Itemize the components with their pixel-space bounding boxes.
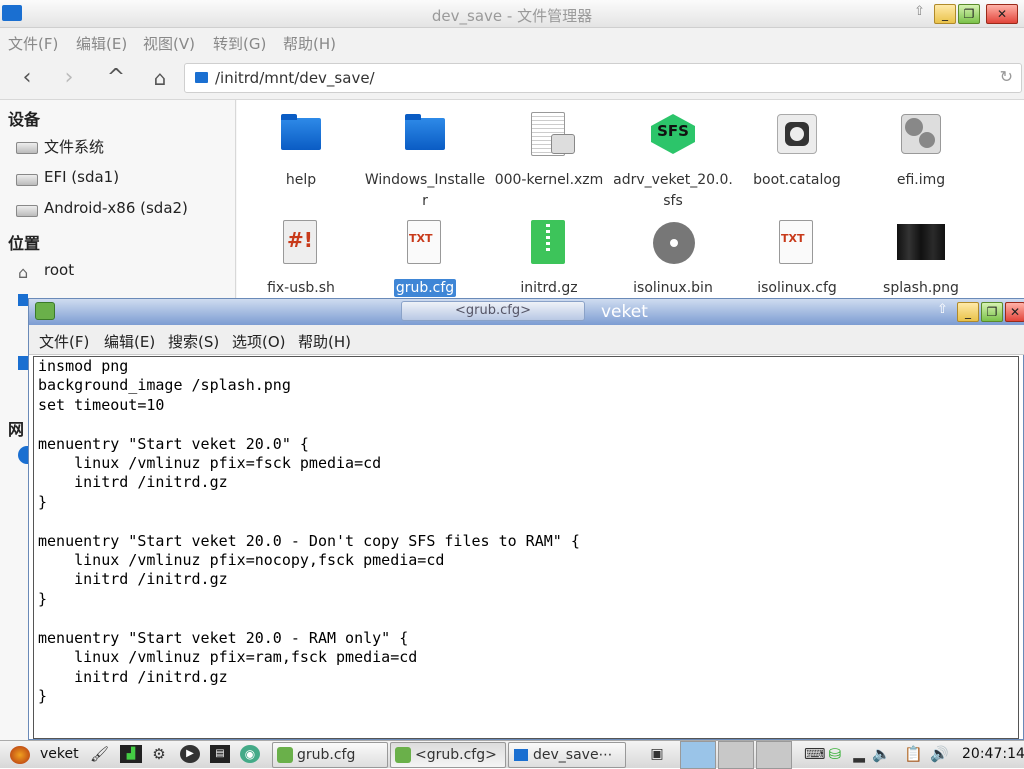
back-arrow-icon[interactable]: ‹ [13,64,41,92]
fm-minimize-button[interactable]: _ [934,4,956,24]
terminal-icon[interactable]: ▤ [210,745,230,763]
fm-titlebar[interactable]: dev_save - 文件管理器 ⇧ _ ❐ ✕ [0,0,1024,28]
editor-maximize-button[interactable]: ❐ [981,302,1003,322]
binary-file-icon [529,112,575,156]
fm-menu-file[interactable]: 文件(F) [8,33,58,54]
screenshot-icon[interactable]: ▣ [646,745,668,763]
clock[interactable]: 20:47:14 [962,743,1024,767]
folder-icon[interactable] [18,356,28,370]
sfs-icon: SFS [651,112,695,156]
folder-icon [195,72,208,83]
fm-toolbar: ‹ › ^ ⌂ /initrd/mnt/dev_save/ ↻ [0,56,1024,100]
text-editor-window: <grub.cfg> veket ⇧ _ ❐ ✕ 文件(F) 编辑(E) 搜索(… [28,298,1024,740]
storage-icon[interactable]: ⛁ [826,745,844,763]
desktop-1[interactable] [680,741,716,769]
editor-title-tab[interactable]: <grub.cfg> [401,301,585,321]
speaker-small-icon[interactable]: 🔈 [872,745,891,763]
desktop-icon[interactable] [18,294,28,306]
network-header: 网 [8,420,25,439]
home-icon[interactable]: ⌂ [146,64,174,92]
sticky-icon[interactable]: ⇧ [937,302,948,317]
fm-menu-goto[interactable]: 转到(G) [213,33,266,54]
disc-icon [653,220,695,264]
folder-icon [514,749,528,761]
reload-icon[interactable]: ↻ [1000,67,1013,86]
editor-text-area[interactable]: insmod png background_image /splash.png … [33,356,1019,739]
address-bar[interactable]: /initrd/mnt/dev_save/ ↻ [184,63,1022,93]
leafpad-icon [395,747,411,763]
editor-close-button[interactable]: ✕ [1005,302,1024,322]
leafpad-icon [277,747,293,763]
disk-image-icon [901,112,941,156]
drive-icon [16,205,38,217]
start-label[interactable]: veket [40,743,79,767]
editor-menu-search[interactable]: 搜索(S) [168,331,219,352]
places-header: 位置 [8,234,41,253]
desktop-3[interactable] [756,741,792,769]
text-file-icon: TXT [777,220,817,264]
fm-menu-edit[interactable]: 编辑(E) [76,33,127,54]
devices-header: 设备 [8,110,41,129]
drive-icon [16,174,38,186]
system-monitor-icon[interactable]: ▟ [120,745,142,763]
catalog-icon [777,112,817,156]
fm-maximize-button[interactable]: ❐ [958,4,980,24]
image-file-icon [897,220,945,264]
editor-menu-help[interactable]: 帮助(H) [298,331,351,352]
task-grub-cfg[interactable]: grub.cfg [272,742,388,768]
play-icon[interactable]: ▶ [180,745,200,763]
task-grub-cfg-editor[interactable]: <grub.cfg> [390,742,506,768]
text-file-icon: TXT [405,220,445,264]
editor-menu-edit[interactable]: 编辑(E) [104,331,155,352]
editor-content[interactable]: insmod png background_image /splash.png … [38,357,580,706]
brush-icon[interactable]: 🖌 [90,745,109,763]
volume-icon[interactable]: 🔊 [930,745,949,763]
fm-menubar: 文件(F) 编辑(E) 视图(V) 转到(G) 帮助(H) [0,28,1024,56]
taskbar: veket 🖌 ▟ ⚙ ▶ ▤ ◉ grub.cfg <grub.cfg> de… [0,740,1024,769]
archive-icon [529,220,569,264]
browser-icon[interactable]: ◉ [240,745,260,763]
clipboard-icon[interactable]: 📋 [904,745,923,763]
network-signal-icon[interactable]: ▂ [850,745,868,763]
fm-menu-view[interactable]: 视图(V) [143,33,195,54]
editor-menu-options[interactable]: 选项(O) [232,331,286,352]
network-icon[interactable] [18,446,28,464]
editor-minimize-button[interactable]: _ [957,302,979,322]
editor-titlebar[interactable]: <grub.cfg> veket ⇧ _ ❐ ✕ [29,299,1024,325]
script-icon: #! [281,220,321,264]
up-arrow-icon[interactable]: ^ [102,64,130,92]
home-icon: ⌂ [18,263,29,282]
drive-icon [16,142,38,154]
keyboard-icon[interactable]: ⌨ [804,745,826,763]
fm-close-button[interactable]: ✕ [986,4,1018,24]
editor-menu-file[interactable]: 文件(F) [39,331,89,352]
fm-window-title: dev_save - 文件管理器 [431,7,593,25]
desktop-2[interactable] [718,741,754,769]
address-path[interactable]: /initrd/mnt/dev_save/ [215,69,375,87]
forward-arrow-icon[interactable]: › [55,64,83,92]
settings-icon[interactable]: ⚙ [150,745,168,763]
leafpad-icon [35,302,55,320]
folder-icon [281,112,321,156]
editor-app-name: veket [601,302,648,322]
fm-menu-help[interactable]: 帮助(H) [283,33,336,54]
task-dev-save[interactable]: dev_save⋯ [508,742,626,768]
start-menu-icon[interactable] [8,744,32,766]
sticky-icon[interactable]: ⇧ [914,4,925,19]
editor-menubar: 文件(F) 编辑(E) 搜索(S) 选项(O) 帮助(H) [29,325,1024,355]
folder-icon [405,112,445,156]
